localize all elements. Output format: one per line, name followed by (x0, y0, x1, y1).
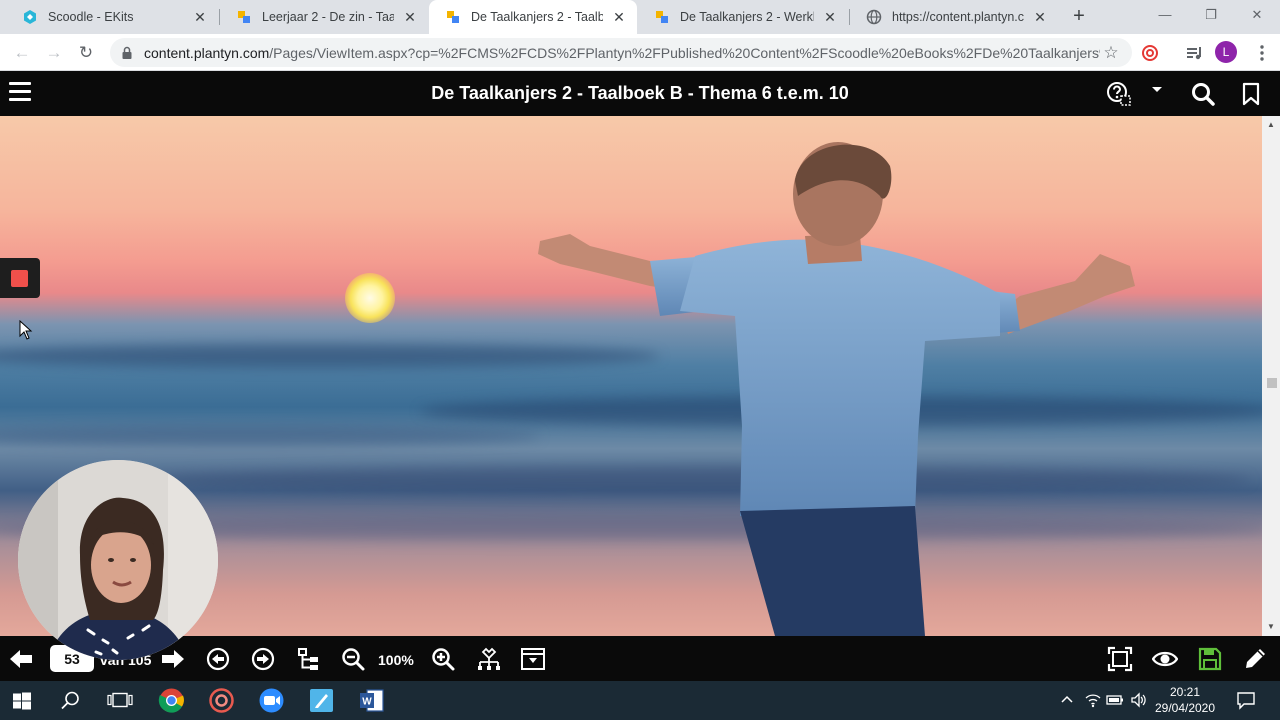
browser-toolbar: ← → ↻ content.plantyn.com/Pages/ViewItem… (0, 34, 1280, 71)
vertical-scrollbar[interactable]: ▲ ▼ (1262, 116, 1280, 636)
tab-title: Leerjaar 2 - De zin - Taalkanjers (262, 10, 394, 24)
dropdown-icon[interactable] (1150, 85, 1164, 95)
bookmark-icon[interactable] (1238, 81, 1264, 107)
reader-header: De Taalkanjers 2 - Taalboek B - Thema 6 … (0, 71, 1280, 116)
tab-title: Scoodle - EKits (48, 10, 134, 24)
tab-title: De Taalkanjers 2 - Taalboek B (471, 10, 603, 24)
profile-avatar[interactable]: L (1215, 41, 1237, 63)
clock-date: 29/04/2020 (1154, 701, 1216, 715)
browser-tab-strip: Scoodle - EKits ✕ Leerjaar 2 - De zin - … (0, 0, 1280, 34)
presenter-video (18, 460, 218, 660)
extension-icon[interactable] (1138, 41, 1162, 65)
volume-icon[interactable] (1130, 691, 1148, 709)
tab-title: https://content.plantyn.com (892, 10, 1024, 24)
wifi-icon[interactable] (1084, 691, 1102, 709)
reload-button[interactable]: ↻ (74, 41, 98, 65)
fit-screen-icon[interactable] (1107, 646, 1133, 672)
scoodle-icon (24, 10, 36, 24)
webcam-overlay[interactable] (18, 460, 218, 660)
circle-right-icon[interactable] (250, 646, 276, 672)
close-window-button[interactable]: ✕ (1234, 0, 1280, 30)
wave-decoration (0, 426, 540, 446)
close-icon[interactable]: ✕ (192, 9, 208, 25)
notes-app-icon[interactable] (308, 687, 335, 714)
back-button[interactable]: ← (10, 41, 34, 65)
scroll-up-icon[interactable]: ▲ (1262, 118, 1280, 132)
svg-text:W: W (362, 697, 372, 708)
arrow-left-icon[interactable] (8, 646, 34, 672)
plantyn-icon (238, 11, 250, 23)
browser-tab-scoodle[interactable]: Scoodle - EKits ✕ (6, 0, 218, 34)
battery-icon[interactable] (1106, 691, 1124, 709)
save-icon[interactable] (1197, 646, 1223, 672)
task-view-icon[interactable] (107, 687, 133, 714)
sun-image (345, 273, 395, 323)
close-icon[interactable]: ✕ (1032, 9, 1048, 25)
help-icon[interactable] (1106, 81, 1132, 107)
app-swirl-icon[interactable] (208, 687, 235, 714)
scrollbar-thumb[interactable] (1267, 378, 1277, 388)
clock-time: 20:21 (1169, 685, 1201, 699)
bookmark-star-icon[interactable]: ☆ (1100, 43, 1122, 63)
network-icon[interactable] (476, 646, 502, 672)
arrow-right-icon[interactable] (160, 646, 186, 672)
lock-icon (122, 46, 132, 59)
chrome-icon[interactable] (158, 687, 185, 714)
pencil-icon[interactable] (1242, 646, 1268, 672)
circle-left-icon[interactable] (205, 646, 231, 672)
tab-title: De Taalkanjers 2 - Werkboek (680, 10, 814, 24)
close-icon[interactable]: ✕ (822, 9, 838, 25)
media-queue-icon[interactable] (1182, 41, 1206, 65)
windows-taskbar: W 20:21 29/04/2020 (0, 681, 1280, 720)
close-icon[interactable]: ✕ (611, 9, 627, 25)
scroll-down-icon[interactable]: ▼ (1262, 620, 1280, 634)
record-stop-icon (11, 270, 28, 287)
zoom-in-icon[interactable] (430, 646, 456, 672)
eye-icon[interactable] (1152, 646, 1178, 672)
notification-icon[interactable] (1236, 690, 1256, 710)
minimize-button[interactable]: — (1142, 0, 1188, 30)
zoom-app-icon[interactable] (258, 687, 285, 714)
windows-start-icon[interactable] (12, 687, 32, 714)
tree-icon[interactable] (296, 646, 322, 672)
menu-kebab-icon[interactable] (1250, 41, 1274, 65)
system-clock[interactable]: 20:21 29/04/2020 (1150, 684, 1220, 716)
new-tab-button[interactable]: + (1068, 5, 1090, 27)
zoom-out-icon[interactable] (340, 646, 366, 672)
browser-tab-content[interactable]: https://content.plantyn.com ✕ (850, 0, 1058, 34)
record-button[interactable] (0, 258, 40, 298)
restore-button[interactable]: ❐ (1188, 0, 1234, 30)
zoom-level: 100% (378, 652, 414, 668)
globe-icon (866, 9, 882, 25)
chevron-up-icon[interactable] (1058, 691, 1076, 709)
mouse-cursor-icon (19, 320, 33, 340)
browser-tab-werkboek[interactable]: De Taalkanjers 2 - Werkboek ✕ (638, 0, 848, 34)
plantyn-icon (447, 11, 459, 23)
book-title: De Taalkanjers 2 - Taalboek B - Thema 6 … (431, 83, 849, 103)
url-host: content.plantyn.com (144, 44, 270, 61)
browser-tab-leerjaar[interactable]: Leerjaar 2 - De zin - Taalkanjers ✕ (220, 0, 428, 34)
browser-tab-taalboek[interactable]: De Taalkanjers 2 - Taalboek B ✕ (429, 0, 637, 34)
panel-icon[interactable] (520, 646, 546, 672)
word-icon[interactable]: W (358, 687, 385, 714)
boy-photo (538, 142, 1135, 636)
address-bar[interactable]: content.plantyn.com/Pages/ViewItem.aspx?… (110, 38, 1132, 67)
url-text: content.plantyn.com/Pages/ViewItem.aspx?… (144, 45, 1100, 61)
url-path: /Pages/ViewItem.aspx?cp=%2FCMS%2FCDS%2FP… (269, 44, 1100, 61)
search-icon[interactable] (1190, 81, 1216, 107)
forward-button[interactable]: → (42, 41, 66, 65)
close-icon[interactable]: ✕ (402, 9, 418, 25)
search-icon[interactable] (60, 687, 82, 714)
plantyn-icon (656, 11, 668, 23)
reader-toolbar: van 105 100% (0, 636, 1280, 681)
